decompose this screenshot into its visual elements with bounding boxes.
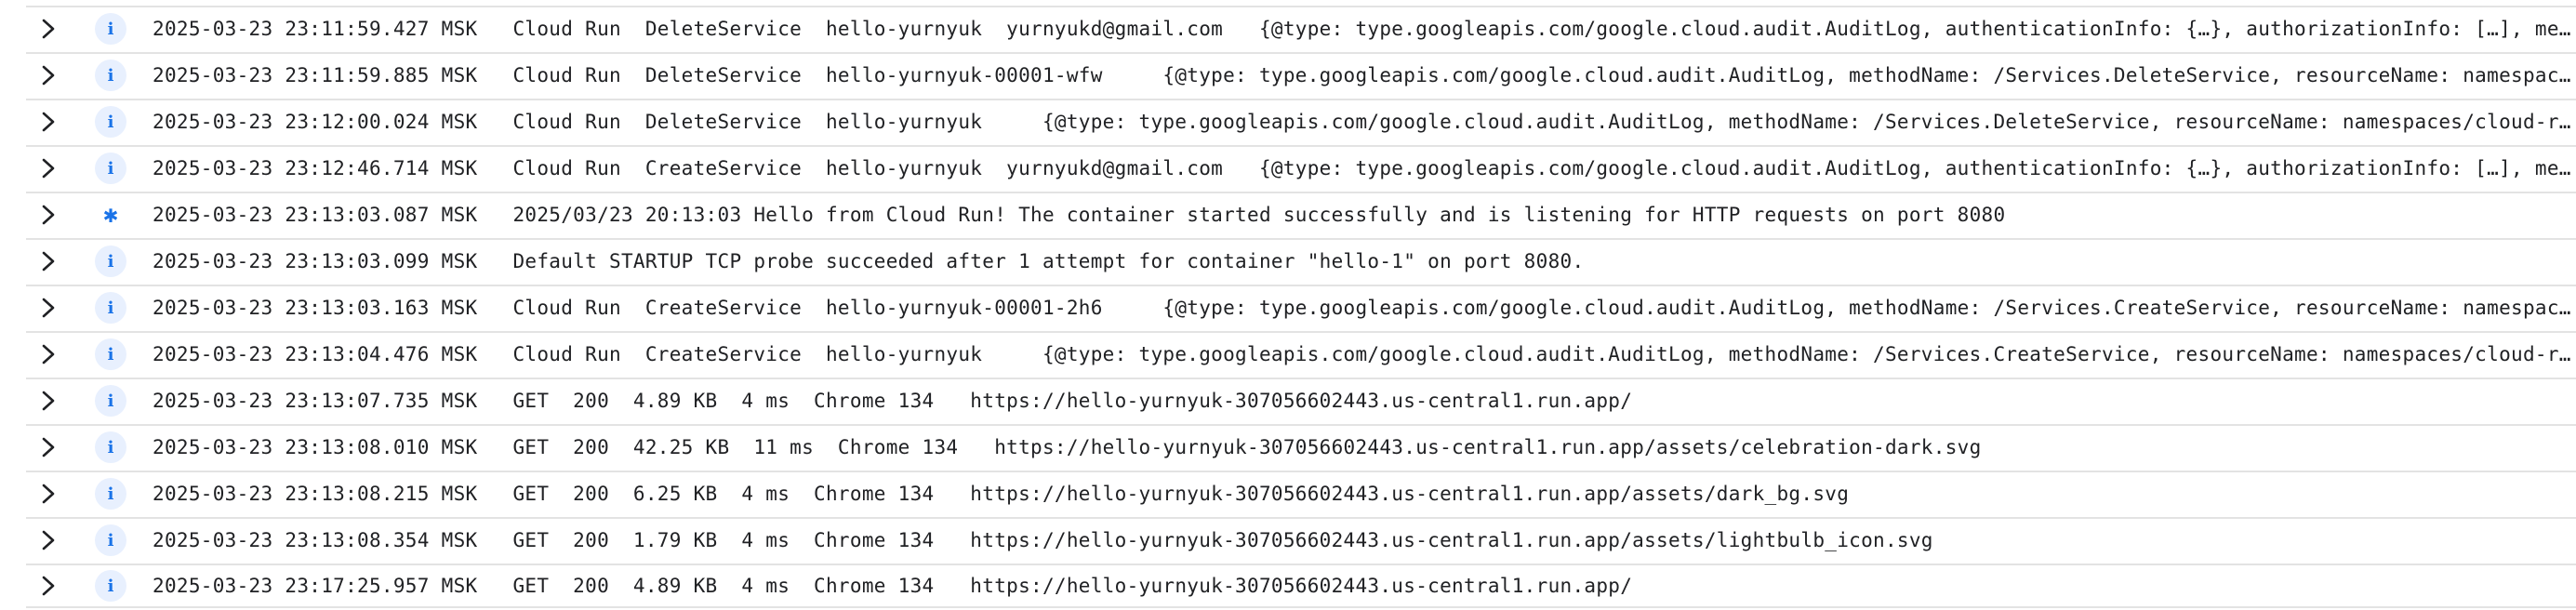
chevron-right-icon [42, 484, 55, 504]
info-icon: i [95, 431, 126, 463]
info-icon: i [95, 13, 126, 45]
log-summary: Cloud Run DeleteService hello-yurnyuk {@… [512, 111, 2576, 133]
info-icon: i [95, 385, 126, 417]
chevron-right-icon [42, 576, 55, 596]
chevron-right-icon [42, 65, 55, 86]
log-summary: 2025/03/23 20:13:03 Hello from Cloud Run… [512, 204, 2006, 226]
info-icon: i [95, 570, 126, 602]
log-timestamp: 2025-03-23 23:13:08.354 MSK [153, 529, 478, 551]
info-icon: i [95, 338, 126, 370]
log-row[interactable]: i 2025-03-23 23:11:59.427 MSK Cloud Run … [26, 6, 2576, 50]
info-icon: i [95, 60, 126, 91]
log-row[interactable]: i 2025-03-23 23:13:08.215 MSK GET 200 6.… [26, 471, 2576, 515]
log-row[interactable]: i 2025-03-23 23:12:00.024 MSK Cloud Run … [26, 99, 2576, 143]
log-row[interactable]: i 2025-03-23 23:11:59.885 MSK Cloud Run … [26, 52, 2576, 97]
log-summary: GET 200 4.89 KB 4 ms Chrome 134 https://… [512, 390, 1633, 412]
chevron-right-icon [42, 158, 55, 179]
log-timestamp: 2025-03-23 23:13:03.099 MSK [153, 250, 478, 272]
chevron-right-icon [42, 19, 55, 39]
log-summary: GET 200 1.79 KB 4 ms Chrome 134 https://… [512, 529, 1933, 551]
log-timestamp: 2025-03-23 23:13:07.735 MSK [153, 390, 478, 412]
expand-button[interactable] [26, 55, 71, 96]
chevron-right-icon [42, 205, 55, 225]
log-summary: Cloud Run CreateService hello-yurnyuk-00… [512, 297, 2576, 319]
log-summary: Cloud Run CreateService hello-yurnyuk {@… [512, 343, 2576, 365]
log-timestamp: 2025-03-23 23:11:59.427 MSK [153, 18, 478, 40]
info-icon: i [95, 245, 126, 277]
log-summary: GET 200 42.25 KB 11 ms Chrome 134 https:… [512, 436, 1982, 458]
log-timestamp: 2025-03-23 23:17:25.957 MSK [153, 575, 478, 597]
expand-button[interactable] [26, 287, 71, 328]
log-row[interactable]: i 2025-03-23 23:13:07.735 MSK GET 200 4.… [26, 378, 2576, 422]
chevron-right-icon [42, 251, 55, 272]
expand-button[interactable] [26, 473, 71, 514]
log-row[interactable]: i 2025-03-23 23:17:25.957 MSK GET 200 4.… [26, 564, 2576, 608]
chevron-right-icon [42, 344, 55, 365]
log-timestamp: 2025-03-23 23:12:46.714 MSK [153, 157, 478, 179]
info-icon: i [95, 292, 126, 324]
log-timestamp: 2025-03-23 23:13:08.215 MSK [153, 483, 478, 505]
log-row[interactable]: ✱ 2025-03-23 23:13:03.087 MSK 2025/03/23… [26, 192, 2576, 236]
log-timestamp: 2025-03-23 23:13:03.163 MSK [153, 297, 478, 319]
log-summary: Cloud Run CreateService hello-yurnyuk yu… [512, 157, 2576, 179]
info-icon: i [95, 478, 126, 510]
expand-button[interactable] [26, 427, 71, 468]
info-icon: i [95, 524, 126, 556]
info-icon: i [95, 152, 126, 184]
log-summary: GET 200 4.89 KB 4 ms Chrome 134 https://… [512, 575, 1633, 597]
chevron-right-icon [42, 530, 55, 550]
log-summary: Cloud Run DeleteService hello-yurnyuk yu… [512, 18, 2576, 40]
chevron-right-icon [42, 391, 55, 411]
expand-button[interactable] [26, 101, 71, 142]
expand-button[interactable] [26, 334, 71, 375]
chevron-right-icon [42, 437, 55, 458]
log-timestamp: 2025-03-23 23:13:08.010 MSK [153, 436, 478, 458]
expand-button[interactable] [26, 148, 71, 189]
log-timestamp: 2025-03-23 23:12:00.024 MSK [153, 111, 478, 133]
expand-button[interactable] [26, 241, 71, 282]
log-row[interactable]: i 2025-03-23 23:13:08.354 MSK GET 200 1.… [26, 517, 2576, 562]
expand-button[interactable] [26, 565, 71, 606]
log-row[interactable]: i 2025-03-23 23:13:03.163 MSK Cloud Run … [26, 285, 2576, 329]
log-summary: Cloud Run DeleteService hello-yurnyuk-00… [512, 64, 2576, 86]
asterisk-icon: ✱ [103, 201, 118, 229]
log-row[interactable]: i 2025-03-23 23:12:46.714 MSK Cloud Run … [26, 145, 2576, 190]
expand-button[interactable] [26, 8, 71, 49]
log-row[interactable]: i 2025-03-23 23:13:03.099 MSK Default ST… [26, 238, 2576, 283]
log-timestamp: 2025-03-23 23:13:03.087 MSK [153, 204, 478, 226]
log-row[interactable]: i 2025-03-23 23:13:08.010 MSK GET 200 42… [26, 424, 2576, 469]
log-summary: Default STARTUP TCP probe succeeded afte… [512, 250, 1585, 272]
expand-button[interactable] [26, 520, 71, 561]
chevron-right-icon [42, 298, 55, 318]
expand-button[interactable] [26, 194, 71, 235]
log-timestamp: 2025-03-23 23:11:59.885 MSK [153, 64, 478, 86]
log-row[interactable]: i 2025-03-23 23:13:04.476 MSK Cloud Run … [26, 331, 2576, 376]
log-list: i 2025-03-23 23:11:59.427 MSK Cloud Run … [0, 0, 2576, 610]
chevron-right-icon [42, 112, 55, 132]
log-timestamp: 2025-03-23 23:13:04.476 MSK [153, 343, 478, 365]
expand-button[interactable] [26, 380, 71, 421]
log-summary: GET 200 6.25 KB 4 ms Chrome 134 https://… [512, 483, 1850, 505]
info-icon: i [95, 106, 126, 138]
